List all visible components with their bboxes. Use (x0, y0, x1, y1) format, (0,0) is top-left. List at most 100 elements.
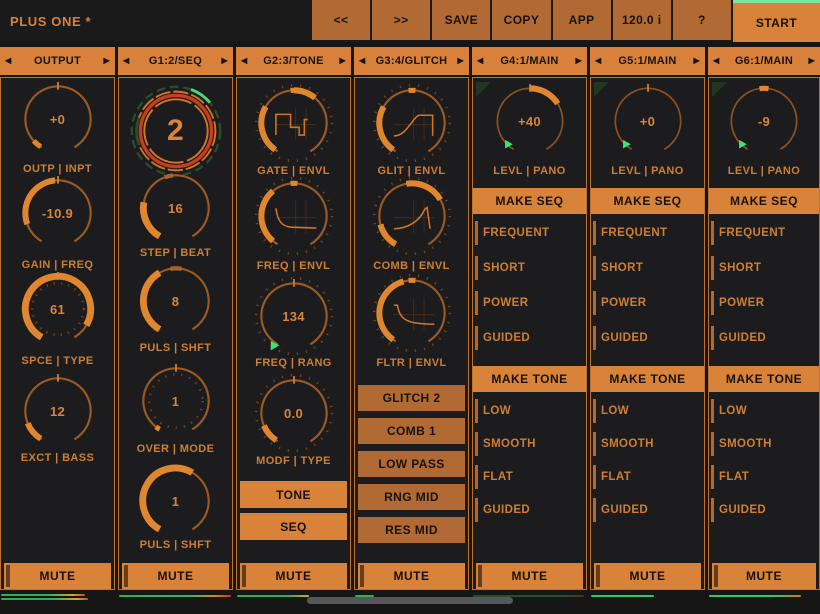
g2-panel: GATE | ENVL FREQ | ENVL 134 (236, 77, 351, 590)
graph-knob-gate-envl[interactable] (251, 80, 337, 166)
knob-label: LEVL | PANO (709, 165, 819, 177)
knob-levl-pano[interactable]: +40 (487, 78, 573, 164)
mute-button[interactable]: MUTE (594, 563, 701, 589)
left-arrow-icon[interactable]: ◀ (477, 57, 483, 65)
graph-knob-fltr-envl[interactable] (369, 270, 455, 356)
graph-knob-comb-envl[interactable] (369, 173, 455, 259)
right-arrow-icon[interactable]: ▶ (809, 57, 815, 65)
knob-step-beat[interactable]: 16 (133, 165, 219, 251)
mute-button[interactable]: MUTE (712, 563, 816, 589)
column-title: G4:1/MAIN (500, 55, 558, 67)
list-item-frequent[interactable]: FREQUENT (709, 220, 819, 246)
knob-exct-bass[interactable]: 12 (15, 368, 101, 454)
left-arrow-icon[interactable]: ◀ (123, 57, 129, 65)
right-arrow-icon[interactable]: ▶ (694, 57, 700, 65)
list-item-frequent[interactable]: FREQUENT (591, 220, 704, 246)
list-item-smooth[interactable]: SMOOTH (473, 431, 586, 457)
column-header-g3[interactable]: ◀ G3:4/GLITCH ▶ (354, 47, 469, 75)
list-item-power[interactable]: POWER (473, 290, 586, 316)
copy-button[interactable]: COPY (492, 0, 550, 40)
top-toolbar: PLUS ONE * << >> SAVE COPY APP 120.0 i ?… (0, 0, 820, 42)
make-seq-button[interactable]: MAKE SEQ (473, 188, 586, 214)
low-pass-button[interactable]: LOW PASS (358, 451, 465, 477)
start-button[interactable]: START (733, 0, 820, 42)
list-item-low[interactable]: LOW (473, 398, 586, 424)
graph-knob-freq-envl[interactable] (251, 173, 337, 259)
seq-button[interactable]: SEQ (240, 513, 347, 540)
list-item-guided[interactable]: GUIDED (473, 497, 586, 523)
list-item-flat[interactable]: FLAT (709, 464, 819, 490)
knob-puls-shft-2[interactable]: 1 (133, 458, 219, 544)
home-indicator[interactable] (307, 597, 513, 604)
make-seq-button[interactable]: MAKE SEQ (709, 188, 819, 214)
list-item-guided[interactable]: GUIDED (591, 325, 704, 351)
mute-button[interactable]: MUTE (4, 563, 111, 589)
knob-over-mode[interactable]: 1 (133, 358, 219, 444)
app-button[interactable]: APP (553, 0, 611, 40)
column-header-g6[interactable]: ◀ G6:1/MAIN ▶ (708, 47, 820, 75)
column-header-g1[interactable]: ◀ G1:2/SEQ ▶ (118, 47, 233, 75)
knob-puls-shft[interactable]: 8 (133, 258, 219, 344)
make-tone-button[interactable]: MAKE TONE (709, 366, 819, 392)
list-item-guided[interactable]: GUIDED (709, 325, 819, 351)
list-item-guided[interactable]: GUIDED (709, 497, 819, 523)
right-arrow-icon[interactable]: ▶ (458, 57, 464, 65)
mute-button[interactable]: MUTE (122, 563, 229, 589)
left-arrow-icon[interactable]: ◀ (713, 57, 719, 65)
glitch-2-button[interactable]: GLITCH 2 (358, 385, 465, 411)
list-item-smooth[interactable]: SMOOTH (591, 431, 704, 457)
mute-button[interactable]: MUTE (358, 563, 465, 589)
knob-freq-rang[interactable]: 134 (251, 273, 337, 359)
save-button[interactable]: SAVE (432, 0, 490, 40)
list-item-power[interactable]: POWER (709, 290, 819, 316)
make-tone-button[interactable]: MAKE TONE (591, 366, 704, 392)
knob-value: 134 (251, 273, 337, 359)
next-button[interactable]: >> (372, 0, 430, 40)
make-tone-button[interactable]: MAKE TONE (473, 366, 586, 392)
res-mid-button[interactable]: RES MID (358, 517, 465, 543)
left-arrow-icon[interactable]: ◀ (595, 57, 601, 65)
knob-spce-type[interactable]: 61 (15, 266, 101, 352)
knob-modf-type[interactable]: 0.0 (251, 370, 337, 456)
list-item-frequent[interactable]: FREQUENT (473, 220, 586, 246)
comb-1-button[interactable]: COMB 1 (358, 418, 465, 444)
list-item-low[interactable]: LOW (591, 398, 704, 424)
left-arrow-icon[interactable]: ◀ (241, 57, 247, 65)
right-arrow-icon[interactable]: ▶ (576, 57, 582, 65)
rng-mid-button[interactable]: RNG MID (358, 484, 465, 510)
tone-button[interactable]: TONE (240, 481, 347, 508)
list-item-guided[interactable]: GUIDED (591, 497, 704, 523)
knob-outp-inpt[interactable]: +0 (15, 76, 101, 162)
list-item-short[interactable]: SHORT (591, 255, 704, 281)
list-item-short[interactable]: SHORT (709, 255, 819, 281)
right-arrow-icon[interactable]: ▶ (222, 57, 228, 65)
list-item-short[interactable]: SHORT (473, 255, 586, 281)
list-item-flat[interactable]: FLAT (591, 464, 704, 490)
left-arrow-icon[interactable]: ◀ (5, 57, 11, 65)
list-item-low[interactable]: LOW (709, 398, 819, 424)
knob-gain-freq[interactable]: -10.9 (15, 170, 101, 256)
column-header-g5[interactable]: ◀ G5:1/MAIN ▶ (590, 47, 705, 75)
g3-panel: GLIT | ENVL COMB | ENVL (354, 77, 469, 590)
column-title: G6:1/MAIN (735, 55, 793, 67)
column-header-g4[interactable]: ◀ G4:1/MAIN ▶ (472, 47, 587, 75)
list-item-power[interactable]: POWER (591, 290, 704, 316)
list-item-guided[interactable]: GUIDED (473, 325, 586, 351)
left-arrow-icon[interactable]: ◀ (359, 57, 365, 65)
list-item-smooth[interactable]: SMOOTH (709, 431, 819, 457)
g4-panel: +40 LEVL | PANO MAKE SEQ FREQUENT SHORT … (472, 77, 587, 590)
graph-knob-glit-envl[interactable] (369, 80, 455, 166)
mute-button[interactable]: MUTE (476, 563, 583, 589)
right-arrow-icon[interactable]: ▶ (104, 57, 110, 65)
knob-levl-pano[interactable]: +0 (605, 78, 691, 164)
column-header-output[interactable]: ◀ OUTPUT ▶ (0, 47, 115, 75)
mute-button[interactable]: MUTE (240, 563, 347, 589)
prev-button[interactable]: << (312, 0, 370, 40)
tempo-button[interactable]: 120.0 i (613, 0, 671, 40)
column-header-g2[interactable]: ◀ G2:3/TONE ▶ (236, 47, 351, 75)
make-seq-button[interactable]: MAKE SEQ (591, 188, 704, 214)
help-button[interactable]: ? (673, 0, 731, 40)
right-arrow-icon[interactable]: ▶ (340, 57, 346, 65)
knob-levl-pano[interactable]: -9 (721, 78, 807, 164)
list-item-flat[interactable]: FLAT (473, 464, 586, 490)
